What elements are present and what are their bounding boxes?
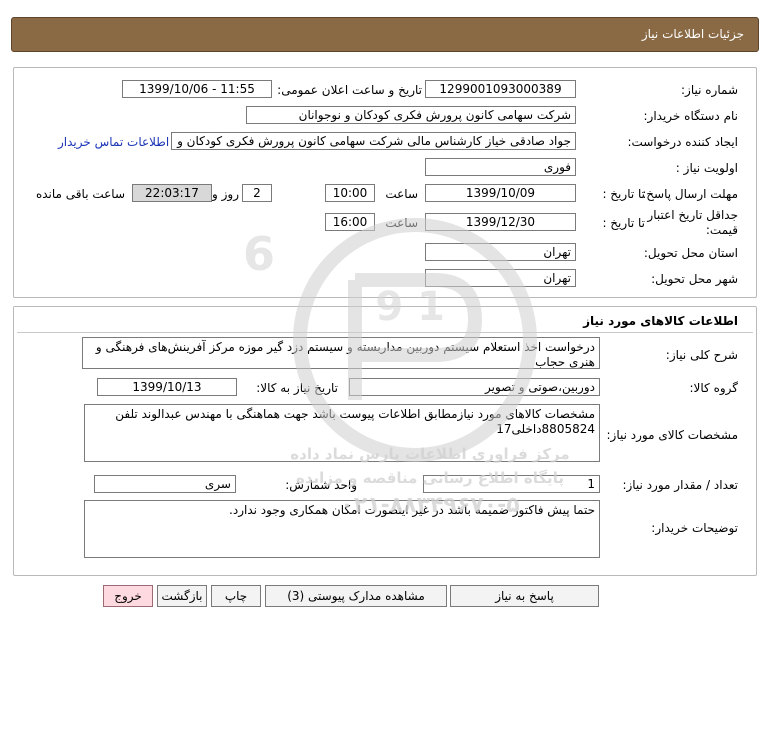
goods-section-divider [17,332,753,333]
priority-label: اولویت نیاز : [675,161,738,175]
validity-label-line1: جداقل تاریخ اعتبار [647,208,738,222]
goods-section-title: اطلاعات کالاهای مورد نیاز [583,314,738,328]
need-number-field[interactable]: 1299001093000389 [425,80,576,98]
validity-time-label: ساعت [385,216,418,230]
city-label: شهر محل تحویل: [651,272,738,286]
deadline-time-field[interactable]: 10:00 [325,184,375,202]
deadline-days-label: روز و [212,187,239,201]
specs-label: مشخصات کالای مورد نیاز: [606,428,738,442]
back-button[interactable]: بازگشت [157,585,207,607]
deadline-to-date-label: تا تاریخ : [602,187,645,201]
announce-datetime-field[interactable]: 1399/10/06 - 11:55 [122,80,272,98]
quantity-label: تعداد / مقدار مورد نیاز: [622,478,738,492]
deadline-remaining-field: 22:03:17 [132,184,212,202]
buyer-org-field[interactable]: شرکت سهامی کانون پرورش فکری کودکان و نوج… [246,106,576,124]
buyer-notes-label: توضیحات خریدار: [651,521,738,535]
quantity-field[interactable]: 1 [423,475,600,493]
buyer-notes-field[interactable]: حتما پیش فاکتور ضمیمه باشد در غیر اینصور… [84,500,600,558]
province-field[interactable]: تهران [425,243,576,261]
deadline-date-field[interactable]: 1399/10/09 [425,184,576,202]
validity-label-line2: قیمت: [705,223,738,237]
requester-field[interactable]: جواد صادقی خیاز کارشناس مالی شرکت سهامی … [171,132,576,150]
specs-field[interactable]: مشخصات کالاهای مورد نیازمطابق اطلاعات پی… [84,404,600,462]
unit-label: واحد شمارش: [285,478,357,492]
goods-need-date-label: تاریخ نیاز به کالا: [256,381,338,395]
validity-to-date-label: تا تاریخ : [602,216,645,230]
summary-field[interactable]: درخواست اخذ استعلام سیستم دوربین مداربست… [82,337,600,369]
need-number-label: شماره نیاز: [681,83,738,97]
announce-datetime-label: تاریخ و ساعت اعلان عمومی: [277,83,422,97]
page-title: جزئیات اطلاعات نیاز [641,27,744,41]
validity-time-field[interactable]: 16:00 [325,213,375,231]
city-field[interactable]: تهران [425,269,576,287]
buyer-org-label: نام دستگاه خریدار: [643,109,739,123]
unit-field[interactable]: سری [94,475,236,493]
requester-label: ایجاد کننده درخواست: [627,135,738,149]
priority-field[interactable]: فوری [425,158,576,176]
validity-date-field[interactable]: 1399/12/30 [425,213,576,231]
province-label: استان محل تحویل: [643,246,738,260]
need-info-panel [13,67,757,298]
goods-need-date-field[interactable]: 1399/10/13 [97,378,237,396]
deadline-time-label: ساعت [385,187,418,201]
goods-group-label: گروه کالا: [689,381,739,395]
exit-button[interactable]: خروج [103,585,153,607]
deadline-days-field[interactable]: 2 [242,184,272,202]
summary-label: شرح کلی نیاز: [665,348,738,362]
goods-group-field[interactable]: دوربین،صوتی و تصویر [349,378,600,396]
attachments-button[interactable]: مشاهده مدارک پیوستی (3) [265,585,447,607]
reply-button[interactable]: پاسخ به نیاز [450,585,599,607]
print-button[interactable]: چاپ [211,585,261,607]
page-title-bar: جزئیات اطلاعات نیاز [11,17,759,52]
deadline-remaining-label: ساعت باقی مانده [35,187,125,201]
buyer-contact-link[interactable]: اطلاعات تماس خریدار [58,134,169,150]
deadline-label: مهلت ارسال پاسخ: [642,187,738,201]
